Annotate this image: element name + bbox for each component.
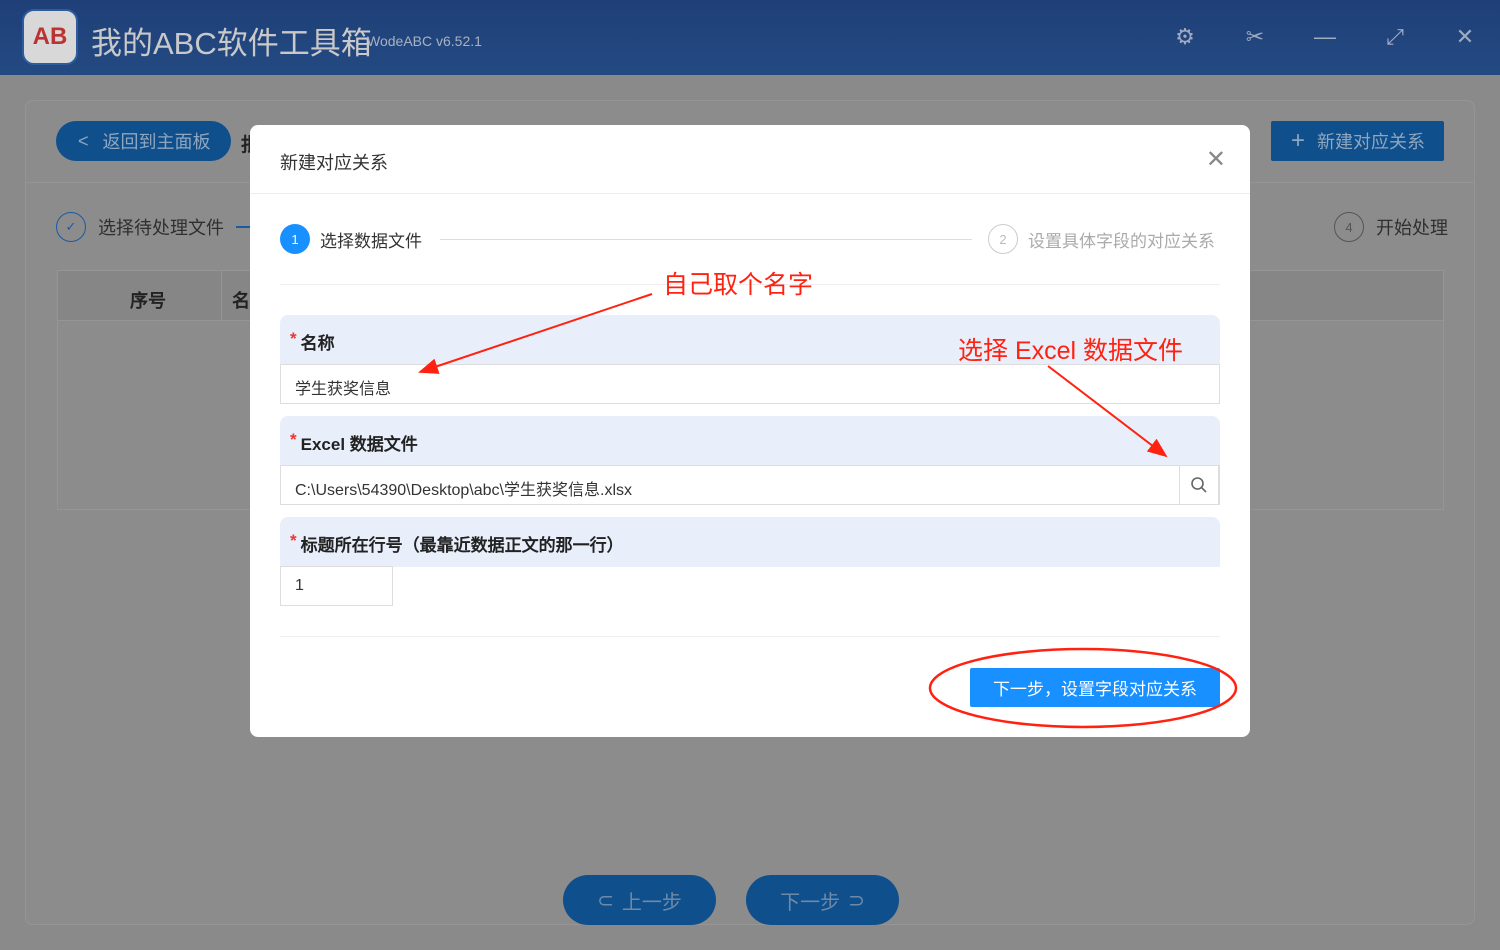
- annotation-file-hint: 选择 Excel 数据文件: [958, 337, 1184, 365]
- step-start: 4 开始处理: [1334, 212, 1448, 242]
- gear-icon[interactable]: ⚙: [1170, 24, 1200, 50]
- app-logo: AB: [22, 9, 78, 65]
- new-mapping-button[interactable]: + 新建对应关系: [1271, 121, 1444, 161]
- check-icon: ✓: [56, 212, 86, 242]
- next-step-button[interactable]: 下一步 ⊃: [746, 875, 899, 925]
- chevron-left-circle-icon: ⊂: [597, 889, 614, 912]
- back-to-main-button[interactable]: < 返回到主面板: [56, 121, 231, 161]
- annotation-name-hint: 自己取个名字: [663, 271, 814, 299]
- dialog-title: 新建对应关系: [280, 153, 388, 173]
- minimize-icon[interactable]: —: [1310, 24, 1340, 50]
- app-version: WodeABC v6.52.1: [367, 33, 482, 49]
- search-icon[interactable]: [1179, 465, 1219, 505]
- scissors-icon[interactable]: ✂: [1240, 24, 1270, 50]
- app-title: 我的ABC软件工具箱: [91, 26, 372, 61]
- chevron-left-icon: <: [78, 130, 89, 151]
- divider: [280, 636, 1220, 637]
- excel-file-input[interactable]: C:\Users\54390\Desktop\abc\学生获奖信息.xlsx: [280, 465, 1220, 505]
- header-row-label: * 标题所在行号（最靠近数据正文的那一行）: [280, 517, 1220, 567]
- step-connector: [440, 239, 972, 240]
- step-1: 1 选择数据文件: [280, 224, 422, 254]
- step-select-files: ✓ 选择待处理文件: [56, 212, 256, 242]
- excel-file-label: * Excel 数据文件: [280, 416, 1220, 466]
- close-icon[interactable]: ✕: [1450, 24, 1480, 50]
- new-mapping-dialog: 新建对应关系 ✕ 1 选择数据文件 2 设置具体字段的对应关系 * 名称 学生获奖信息…: [250, 125, 1250, 737]
- maximize-icon[interactable]: ⤢: [1380, 24, 1410, 50]
- name-input[interactable]: 学生获奖信息: [280, 364, 1220, 404]
- close-icon[interactable]: ✕: [1206, 145, 1226, 174]
- step-2: 2 设置具体字段的对应关系: [988, 224, 1215, 254]
- divider: [250, 193, 1250, 194]
- plus-icon: +: [1291, 127, 1306, 154]
- prev-step-button[interactable]: ⊂ 上一步: [563, 875, 716, 925]
- title-bar: AB 我的ABC软件工具箱 WodeABC v6.52.1 ⚙ ✂ — ⤢ ✕: [0, 0, 1500, 75]
- next-set-mapping-button[interactable]: 下一步，设置字段对应关系: [970, 668, 1220, 707]
- header-row-input[interactable]: 1: [280, 566, 393, 606]
- chevron-right-circle-icon: ⊃: [848, 889, 865, 912]
